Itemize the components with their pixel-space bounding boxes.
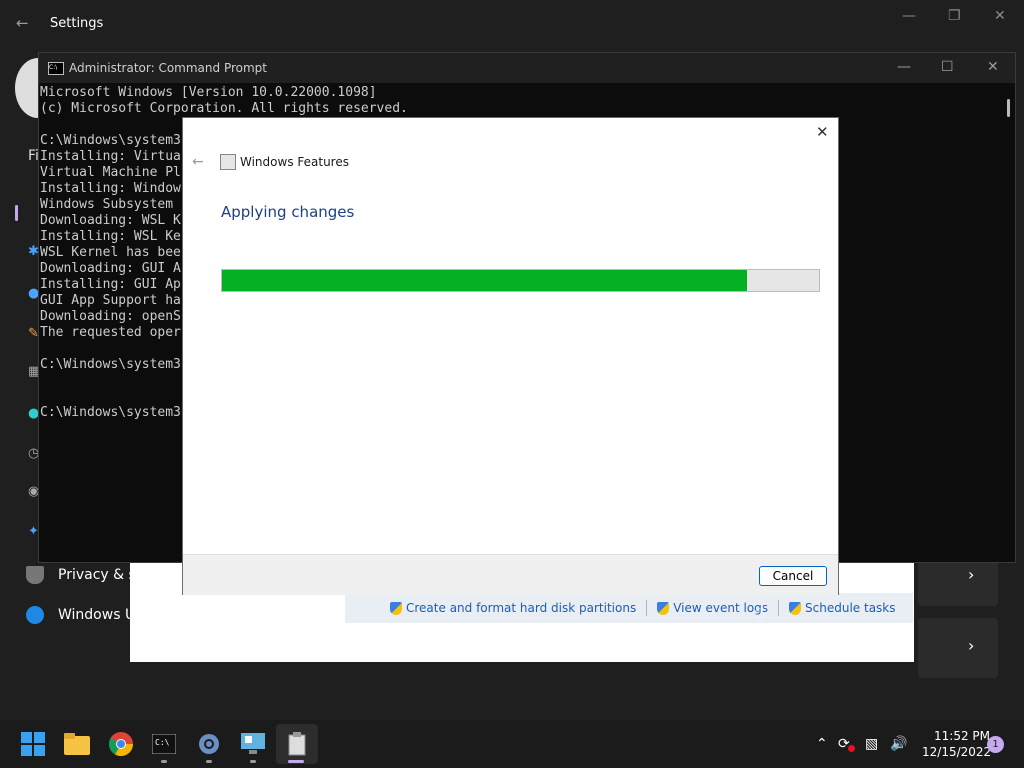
cancel-button[interactable]: Cancel xyxy=(759,566,827,586)
close-button[interactable]: ✕ xyxy=(987,59,999,75)
cmd-line: Microsoft Windows [Version 10.0.22000.10… xyxy=(40,85,377,100)
settings-title: Settings xyxy=(50,16,104,31)
settings-card[interactable] xyxy=(918,556,998,606)
network-icon[interactable]: ▧ xyxy=(865,736,878,752)
divider xyxy=(778,600,780,616)
svg-text:C:\: C:\ xyxy=(155,738,170,747)
file-explorer-icon xyxy=(64,733,90,755)
control-panel-button[interactable] xyxy=(239,730,267,758)
back-arrow-icon[interactable]: ← xyxy=(16,14,29,32)
back-arrow-icon: ← xyxy=(192,154,204,170)
hand-cursor-icon: ☝ xyxy=(754,602,765,623)
chevron-right-icon: › xyxy=(968,636,975,655)
chrome-button[interactable] xyxy=(107,730,135,758)
link-view-event-logs[interactable]: View event logs xyxy=(657,601,768,615)
restore-button[interactable]: ❐ xyxy=(948,8,961,24)
shield-icon xyxy=(26,566,44,584)
minimize-button[interactable]: — xyxy=(897,59,911,75)
divider xyxy=(646,600,648,616)
sidebar-item-windows-update[interactable]: Windows U xyxy=(26,606,135,624)
update-icon xyxy=(26,606,44,624)
clock-time[interactable]: 11:52 PM xyxy=(934,729,990,743)
settings-card[interactable] xyxy=(918,618,998,678)
running-indicator xyxy=(206,760,212,763)
terminal-button[interactable]: C:\ xyxy=(150,730,178,758)
progress-fill xyxy=(222,270,748,291)
chrome-icon xyxy=(109,732,133,756)
settings-icon xyxy=(199,734,219,754)
control-panel-links: Create and format hard disk partitions V… xyxy=(345,593,913,623)
chevron-right-icon: › xyxy=(968,565,975,584)
error-dot-icon xyxy=(848,745,855,752)
start-icon xyxy=(21,732,45,756)
windows-features-icon xyxy=(220,154,236,170)
sidebar-item-label: Privacy & s xyxy=(58,567,136,583)
status-heading: Applying changes xyxy=(221,203,355,221)
running-indicator xyxy=(250,760,256,763)
file-explorer-button[interactable] xyxy=(63,730,91,758)
active-indicator xyxy=(288,760,304,763)
minimize-button[interactable]: — xyxy=(902,8,916,24)
windows-features-icon xyxy=(288,732,306,756)
dialog-footer: Cancel xyxy=(183,554,838,595)
clock-date[interactable]: 12/15/2022 xyxy=(922,745,991,759)
shield-icon xyxy=(390,601,402,615)
shield-icon xyxy=(789,601,802,615)
volume-icon[interactable]: 🔊 xyxy=(890,736,907,752)
terminal-icon: C:\ xyxy=(152,734,176,754)
dialog-title: Windows Features xyxy=(240,155,349,169)
start-button[interactable] xyxy=(19,730,47,758)
control-panel-icon xyxy=(241,733,265,754)
progress-bar xyxy=(221,269,820,292)
cmd-title: Administrator: Command Prompt xyxy=(69,61,267,75)
settings-button[interactable] xyxy=(195,730,223,758)
sidebar-item-privacy[interactable]: Privacy & s xyxy=(26,566,136,584)
close-button[interactable]: ✕ xyxy=(816,123,829,141)
running-indicator xyxy=(161,760,167,763)
close-button[interactable]: ✕ xyxy=(994,8,1006,24)
notification-badge[interactable]: 1 xyxy=(987,736,1004,753)
windows-features-button[interactable] xyxy=(283,730,311,758)
cmd-line: (c) Microsoft Corporation. All rights re… xyxy=(40,101,408,116)
link-schedule-tasks[interactable]: Schedule tasks xyxy=(789,601,896,615)
maximize-button[interactable]: ☐ xyxy=(941,59,954,75)
windows-features-dialog: ✕ ← Windows Features Applying changes Ca… xyxy=(182,117,839,595)
link-create-partitions[interactable]: Create and format hard disk partitions xyxy=(390,601,636,615)
scrollbar-thumb[interactable] xyxy=(1007,99,1010,117)
selected-indicator xyxy=(15,205,18,221)
shield-icon xyxy=(657,601,670,615)
cmd-titlebar[interactable]: C:\ Administrator: Command Prompt — ☐ ✕ xyxy=(39,53,1015,83)
link-label: Create and format hard disk partitions xyxy=(406,601,637,615)
link-label: Schedule tasks xyxy=(805,601,896,615)
taskbar: C:\ ⌃ ⟳ ▧ 🔊 11:52 PM 12/15/2022 1 xyxy=(0,720,1024,768)
sidebar-item-label: Windows U xyxy=(58,607,136,623)
cmd-icon: C:\ xyxy=(48,62,64,75)
chevron-up-icon[interactable]: ⌃ xyxy=(816,736,828,752)
